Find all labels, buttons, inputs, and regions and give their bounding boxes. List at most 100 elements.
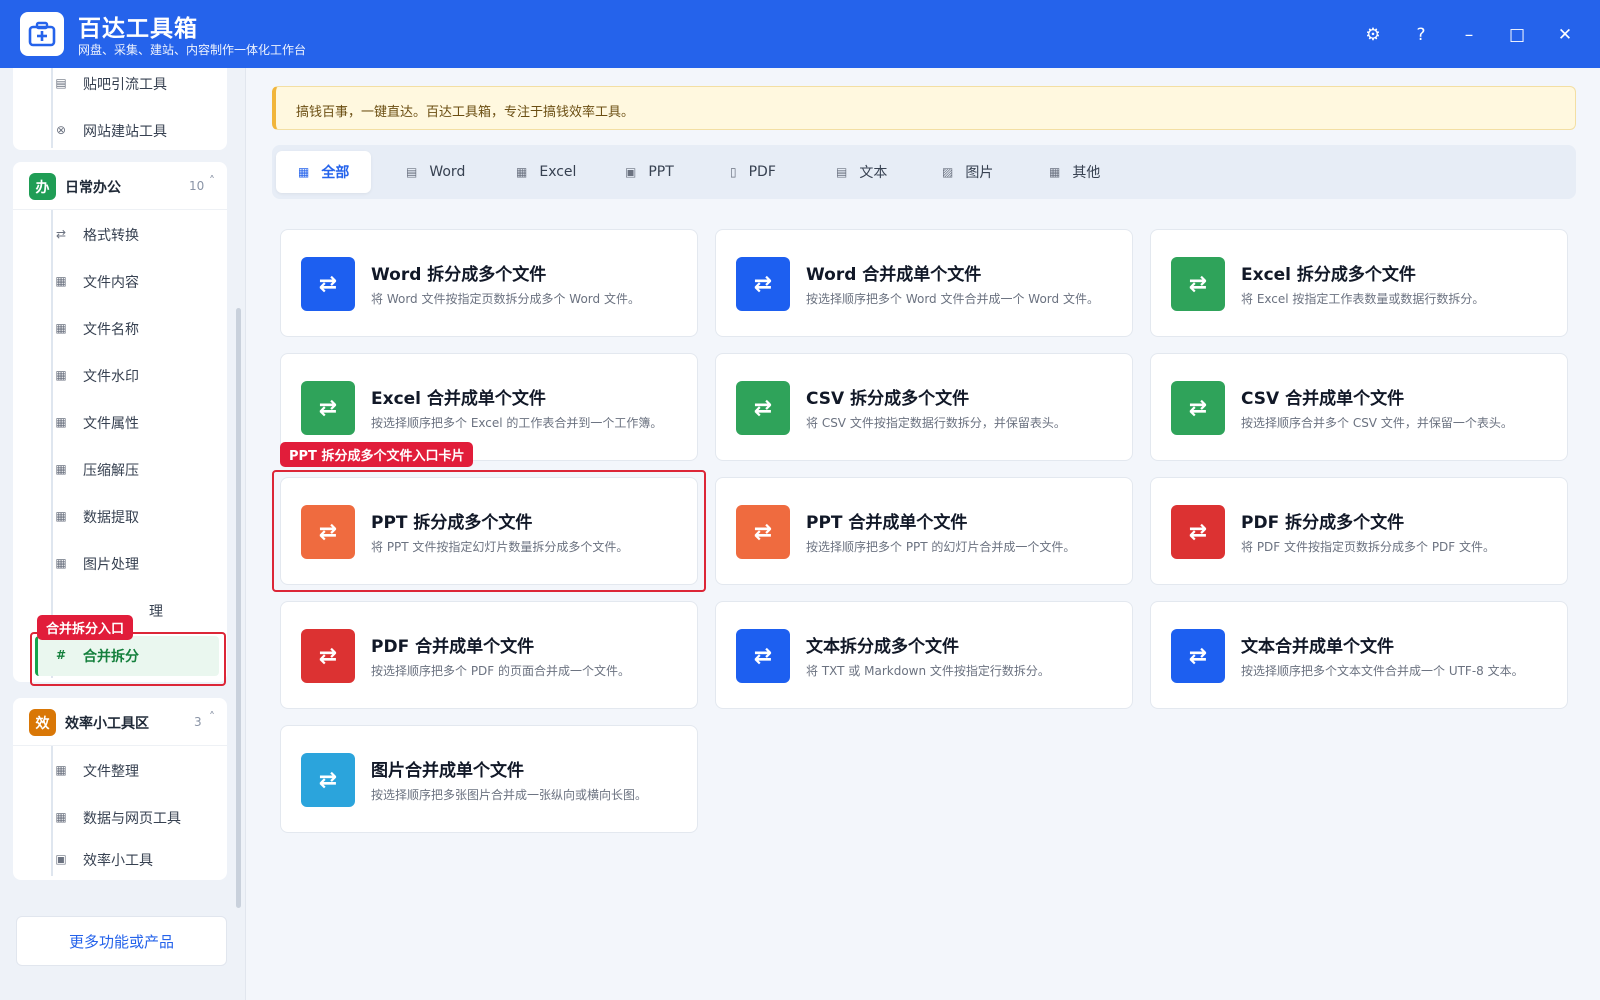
- grid-icon: ▦: [55, 274, 67, 288]
- card-pdf-split[interactable]: ⇄ PDF 拆分成多个文件 将 PDF 文件按指定页数拆分成多个 PDF 文件。: [1150, 477, 1568, 585]
- card-title: PDF 合并成单个文件: [371, 637, 535, 657]
- card-title: PPT 拆分成多个文件: [371, 513, 533, 533]
- card-title: 文本合并成单个文件: [1241, 637, 1394, 657]
- card-title: 图片合并成单个文件: [371, 761, 524, 781]
- tab-all[interactable]: ▦ 全部: [276, 151, 372, 193]
- card-ppt-merge[interactable]: ⇄ PPT 合并成单个文件 按选择顺序把多个 PPT 的幻灯片合并成一个文件。: [715, 477, 1133, 585]
- chevron-up-icon[interactable]: ˄: [209, 710, 215, 724]
- tab-label: 其他: [1072, 165, 1101, 181]
- list-icon: ▤: [55, 76, 67, 90]
- tab-other[interactable]: ▦ 其他: [1027, 151, 1122, 193]
- sidebar-item-tieba[interactable]: ▤ 贴吧引流工具: [35, 68, 219, 102]
- sidebar-item-file-watermark[interactable]: ▦ 文件水印: [35, 356, 219, 394]
- card-word-merge[interactable]: ⇄ Word 合并成单个文件 按选择顺序把多个 Word 文件合并成一个 Wor…: [715, 229, 1133, 337]
- swap-icon: ⇄: [736, 629, 790, 683]
- card-pdf-merge[interactable]: ⇄ PDF 合并成单个文件 按选择顺序把多个 PDF 的页面合并成一个文件。: [280, 601, 698, 709]
- tab-label: PPT: [648, 164, 674, 180]
- hash-icon: #: [55, 648, 67, 662]
- sidebar-item-label: 格式转换: [83, 228, 139, 244]
- grid-icon: ▦: [298, 165, 310, 179]
- grid-icon: ▦: [55, 509, 67, 523]
- swap-icon: ⇄: [1171, 505, 1225, 559]
- tab-text[interactable]: ▤ 文本: [814, 151, 909, 193]
- app-subtitle: 网盘、采集、建站、内容制作一体化工作台: [78, 43, 307, 57]
- tab-word[interactable]: ▤ Word: [384, 151, 487, 193]
- grid-icon: ▦: [55, 415, 67, 429]
- sidebar-item-label: 理: [149, 604, 163, 620]
- group-title: 日常办公: [65, 180, 121, 196]
- sidebar-item-label: 贴吧引流工具: [83, 77, 167, 93]
- group-badge: 办: [29, 173, 56, 200]
- card-text-split[interactable]: ⇄ 文本拆分成多个文件 将 TXT 或 Markdown 文件按指定行数拆分。: [715, 601, 1133, 709]
- sidebar-group-office: 办 日常办公 10 ˄ ⇄ 格式转换 ▦ 文件内容 ▦ 文件名称 ▦ 文件水印 …: [13, 162, 227, 682]
- card-description: 将 Word 文件按指定页数拆分成多个 Word 文件。: [371, 292, 640, 306]
- group-badge: 效: [29, 709, 56, 736]
- swap-icon: ⇄: [1171, 257, 1225, 311]
- swap-icon: ⇄: [301, 629, 355, 683]
- sidebar-item-compress[interactable]: ▦ 压缩解压: [35, 450, 219, 488]
- sidebar-item-file-name[interactable]: ▦ 文件名称: [35, 309, 219, 347]
- card-description: 按选择顺序把多个文本文件合并成一个 UTF-8 文本。: [1241, 664, 1524, 678]
- sidebar-item-file-attributes[interactable]: ▦ 文件属性: [35, 403, 219, 441]
- sidebar-group-efficiency: 效 效率小工具区 3 ˄ ▦ 文件整理 ▦ 数据与网页工具 ▣ 效率小工具: [13, 698, 227, 880]
- sidebar-item-label: 图片处理: [83, 557, 139, 573]
- card-text-merge[interactable]: ⇄ 文本合并成单个文件 按选择顺序把多个文本文件合并成一个 UTF-8 文本。: [1150, 601, 1568, 709]
- swap-icon: ⇄: [1171, 381, 1225, 435]
- sidebar-item-website-builder[interactable]: ⊗ 网站建站工具: [35, 111, 219, 149]
- group-header[interactable]: 办 日常办公 10 ˄: [13, 162, 227, 210]
- sidebar-item-merge-split[interactable]: # 合并拆分: [35, 636, 219, 676]
- tab-image[interactable]: ▨ 图片: [920, 151, 1015, 193]
- card-title: Excel 拆分成多个文件: [1241, 265, 1416, 285]
- card-excel-split[interactable]: ⇄ Excel 拆分成多个文件 将 Excel 按指定工作表数量或数据行数拆分。: [1150, 229, 1568, 337]
- group-title: 效率小工具区: [65, 716, 149, 732]
- tab-excel[interactable]: ▦ Excel: [494, 151, 598, 193]
- more-products-button[interactable]: 更多功能或产品: [16, 916, 227, 966]
- card-word-split[interactable]: ⇄ Word 拆分成多个文件 将 Word 文件按指定页数拆分成多个 Word …: [280, 229, 698, 337]
- swap-icon: ⇄: [736, 505, 790, 559]
- title-bar: 百达工具箱 网盘、采集、建站、内容制作一体化工作台 ⚙ ? – □ ✕: [0, 0, 1600, 68]
- card-description: 将 PDF 文件按指定页数拆分成多个 PDF 文件。: [1241, 540, 1496, 554]
- chevron-up-icon[interactable]: ˄: [209, 174, 215, 188]
- sidebar-item-image-process[interactable]: ▦ 图片处理: [35, 544, 219, 582]
- maximize-button[interactable]: □: [1502, 20, 1532, 50]
- swap-icon: ⇄: [736, 381, 790, 435]
- card-description: 将 TXT 或 Markdown 文件按指定行数拆分。: [806, 664, 1050, 678]
- card-csv-split[interactable]: ⇄ CSV 拆分成多个文件 将 CSV 文件按指定数据行数拆分，并保留表头。: [715, 353, 1133, 461]
- group-header[interactable]: 效 效率小工具区 3 ˄: [13, 698, 227, 746]
- card-description: 按选择顺序把多个 PDF 的页面合并成一个文件。: [371, 664, 631, 678]
- sidebar-item-data-extract[interactable]: ▦ 数据提取: [35, 497, 219, 535]
- sidebar-item-efficiency-tools[interactable]: ▣ 效率小工具: [35, 840, 219, 878]
- sidebar: ▤ 贴吧引流工具 ⊗ 网站建站工具 办 日常办公 10 ˄ ⇄ 格式转换 ▦ 文…: [0, 68, 246, 1000]
- close-button[interactable]: ✕: [1550, 20, 1580, 50]
- card-description: 按选择顺序把多个 Word 文件合并成一个 Word 文件。: [806, 292, 1099, 306]
- card-description: 按选择顺序把多个 Excel 的工作表合并到一个工作簿。: [371, 416, 663, 430]
- sidebar-item-file-organize[interactable]: ▦ 文件整理: [35, 751, 219, 789]
- sidebar-group-previous: ▤ 贴吧引流工具 ⊗ 网站建站工具: [13, 68, 227, 150]
- group-count: 3: [194, 715, 202, 729]
- help-button[interactable]: ?: [1406, 20, 1436, 50]
- sidebar-item-data-web-tools[interactable]: ▦ 数据与网页工具: [35, 798, 219, 836]
- sidebar-item-format-convert[interactable]: ⇄ 格式转换: [35, 215, 219, 253]
- sidebar-item-file-content[interactable]: ▦ 文件内容: [35, 262, 219, 300]
- tab-label: PDF: [748, 164, 776, 180]
- tab-label: Word: [429, 164, 466, 180]
- slides-icon: ▣: [625, 165, 637, 179]
- document-icon: ▤: [406, 165, 418, 179]
- card-image-merge[interactable]: ⇄ 图片合并成单个文件 按选择顺序把多张图片合并成一张纵向或横向长图。: [280, 725, 698, 833]
- tab-pdf[interactable]: ▯ PDF: [708, 151, 798, 193]
- category-tabs: ▦ 全部 ▤ Word ▦ Excel ▣ PPT ▯ PDF ▤ 文本 ▨ 图…: [272, 145, 1576, 199]
- card-ppt-split[interactable]: ⇄ PPT 拆分成多个文件 将 PPT 文件按指定幻灯片数量拆分成多个文件。: [280, 477, 698, 585]
- settings-button[interactable]: ⚙: [1358, 20, 1388, 50]
- sidebar-scrollbar-thumb[interactable]: [236, 308, 241, 908]
- card-csv-merge[interactable]: ⇄ CSV 合并成单个文件 按选择顺序合并多个 CSV 文件，并保留一个表头。: [1150, 353, 1568, 461]
- card-title: PPT 合并成单个文件: [806, 513, 968, 533]
- swap-icon: ⇄: [55, 227, 67, 241]
- tab-ppt[interactable]: ▣ PPT: [603, 151, 696, 193]
- image-icon: ▨: [942, 165, 954, 179]
- tab-label: Excel: [539, 164, 577, 180]
- swap-icon: ⇄: [301, 753, 355, 807]
- minimize-button[interactable]: –: [1454, 20, 1484, 50]
- app-title: 百达工具箱: [78, 16, 198, 42]
- swap-icon: ⇄: [301, 257, 355, 311]
- grid-icon: ▦: [55, 810, 67, 824]
